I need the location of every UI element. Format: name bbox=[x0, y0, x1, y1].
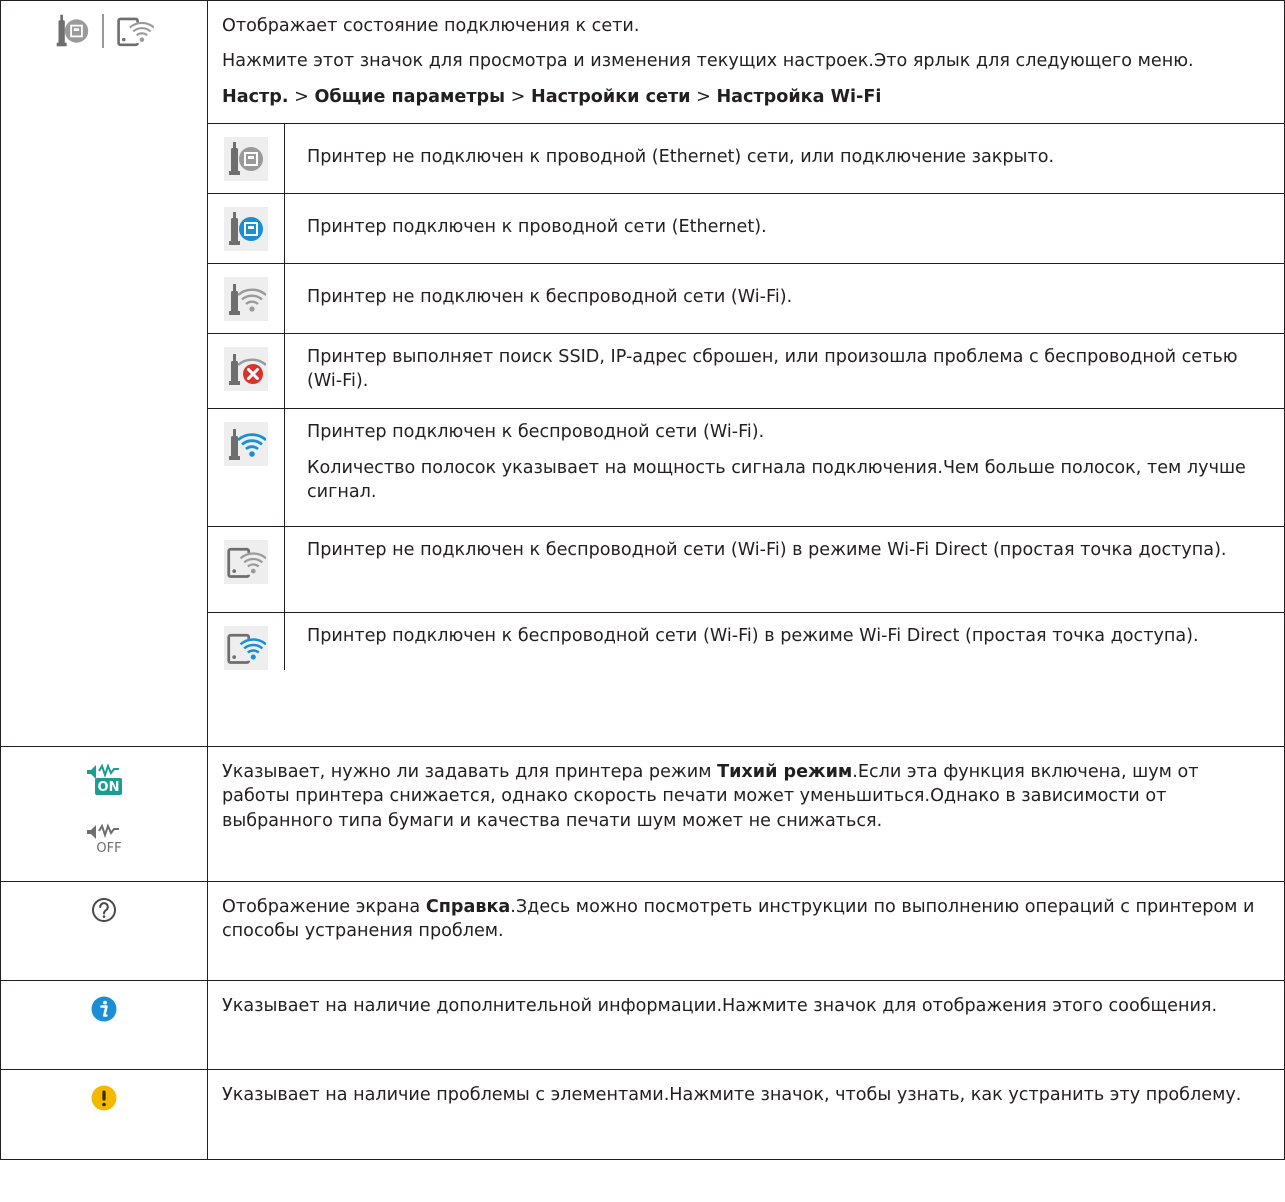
network-state-text: Принтер подключен к проводной сети (Ethe… bbox=[307, 216, 767, 237]
network-icon-cell bbox=[0, 0, 208, 747]
network-description-cell: Отображает состояние подключения к сети.… bbox=[207, 0, 1285, 747]
warning-exclamation-icon bbox=[91, 1085, 117, 1111]
menu-path: Настр. > Общие параметры > Настройки сет… bbox=[208, 74, 1284, 123]
network-state-row: Принтер не подключен к беспроводной сети… bbox=[208, 262, 1284, 334]
icon-reference-document: Отображает состояние подключения к сети.… bbox=[0, 0, 1285, 1160]
quiet-mode-term: Тихий режим bbox=[717, 762, 853, 782]
wifi-direct-disconnected-icon bbox=[227, 547, 266, 578]
wifi-connected-icon bbox=[229, 428, 266, 460]
network-state-row: Принтер подключен к проводной сети (Ethe… bbox=[208, 192, 1284, 264]
network-state-row: Принтер не подключен к беспроводной сети… bbox=[208, 525, 1284, 613]
network-state-text: Принтер не подключен к беспроводной сети… bbox=[307, 286, 793, 307]
network-summary: Отображает состояние подключения к сети. bbox=[222, 16, 640, 36]
quiet-mode-description: Указывает, нужно ли задавать для принтер… bbox=[208, 747, 1284, 833]
help-description: Отображение экрана Справка.Здесь можно п… bbox=[208, 882, 1284, 944]
info-row: Указывает на наличие дополнительной инфо… bbox=[0, 980, 1285, 1070]
wifi-error-icon bbox=[229, 353, 266, 385]
wifi-direct-connected-icon bbox=[227, 633, 266, 664]
wifi-disconnected-icon bbox=[229, 283, 266, 315]
network-hint: Нажмите этот значок для просмотра и изме… bbox=[222, 51, 1194, 72]
ethernet-connected-icon bbox=[229, 211, 263, 245]
icon-reference-table: Отображает состояние подключения к сети.… bbox=[0, 0, 1285, 1160]
network-state-extra: Количество полосок указывает на мощность… bbox=[307, 458, 1246, 503]
warning-row: Указывает на наличие проблемы с элемента… bbox=[0, 1069, 1285, 1160]
menu-path-part2: Общие параметры bbox=[314, 86, 506, 107]
info-icon bbox=[91, 996, 117, 1022]
network-states-table: Принтер не подключен к проводной (Ethern… bbox=[208, 122, 1284, 670]
quiet-mode-icon-cell: ON OFF bbox=[0, 746, 208, 882]
help-row: Отображение экрана Справка.Здесь можно п… bbox=[0, 881, 1285, 981]
menu-path-part3: Настройки сети bbox=[530, 86, 691, 107]
help-text: Отображение экрана bbox=[222, 897, 426, 917]
network-state-text: Принтер выполняет поиск SSID, IP-адрес с… bbox=[307, 346, 1238, 392]
network-state-text: Принтер не подключен к проводной (Ethern… bbox=[307, 146, 1055, 167]
network-state-row: Принтер подключен к беспроводной сети (W… bbox=[208, 407, 1284, 527]
quiet-on-label: ON bbox=[98, 780, 120, 795]
network-state-text: Принтер не подключен к беспроводной сети… bbox=[307, 539, 1227, 560]
help-term: Справка bbox=[425, 897, 511, 917]
network-state-row: Принтер подключен к беспроводной сети (W… bbox=[208, 611, 1284, 670]
warning-description: Указывает на наличие проблемы с элемента… bbox=[222, 1085, 1242, 1105]
quiet-mode-on-icon: ON bbox=[87, 763, 122, 795]
network-state-text: Принтер подключен к беспроводной сети (W… bbox=[307, 625, 1199, 646]
menu-path-separator: > bbox=[510, 86, 526, 107]
info-description: Указывает на наличие дополнительной инфо… bbox=[222, 996, 1218, 1016]
ethernet-status-icon bbox=[56, 14, 89, 47]
network-state-row: Принтер не подключен к проводной (Ethern… bbox=[208, 122, 1284, 194]
menu-path-part4: Настройка Wi-Fi bbox=[716, 86, 882, 107]
wifi-direct-status-icon bbox=[117, 17, 154, 47]
ethernet-disconnected-icon bbox=[229, 141, 263, 175]
network-state-text: Принтер подключен к беспроводной сети (W… bbox=[307, 421, 765, 442]
quiet-mode-text: Указывает, нужно ли задавать для принтер… bbox=[222, 762, 718, 782]
quiet-off-label: OFF bbox=[96, 841, 121, 856]
network-status-row: Отображает состояние подключения к сети.… bbox=[0, 0, 1285, 747]
icon-separator bbox=[102, 14, 104, 48]
network-state-row: Принтер выполняет поиск SSID, IP-адрес с… bbox=[208, 332, 1284, 409]
menu-path-separator: > bbox=[294, 86, 309, 107]
menu-path-part1: Настр. bbox=[222, 86, 289, 107]
quiet-mode-off-icon: OFF bbox=[87, 823, 122, 856]
menu-path-separator: > bbox=[696, 86, 711, 107]
help-question-icon bbox=[92, 898, 116, 922]
quiet-mode-row: ON OFF Указывает, нужно ли задавать для … bbox=[0, 746, 1285, 882]
